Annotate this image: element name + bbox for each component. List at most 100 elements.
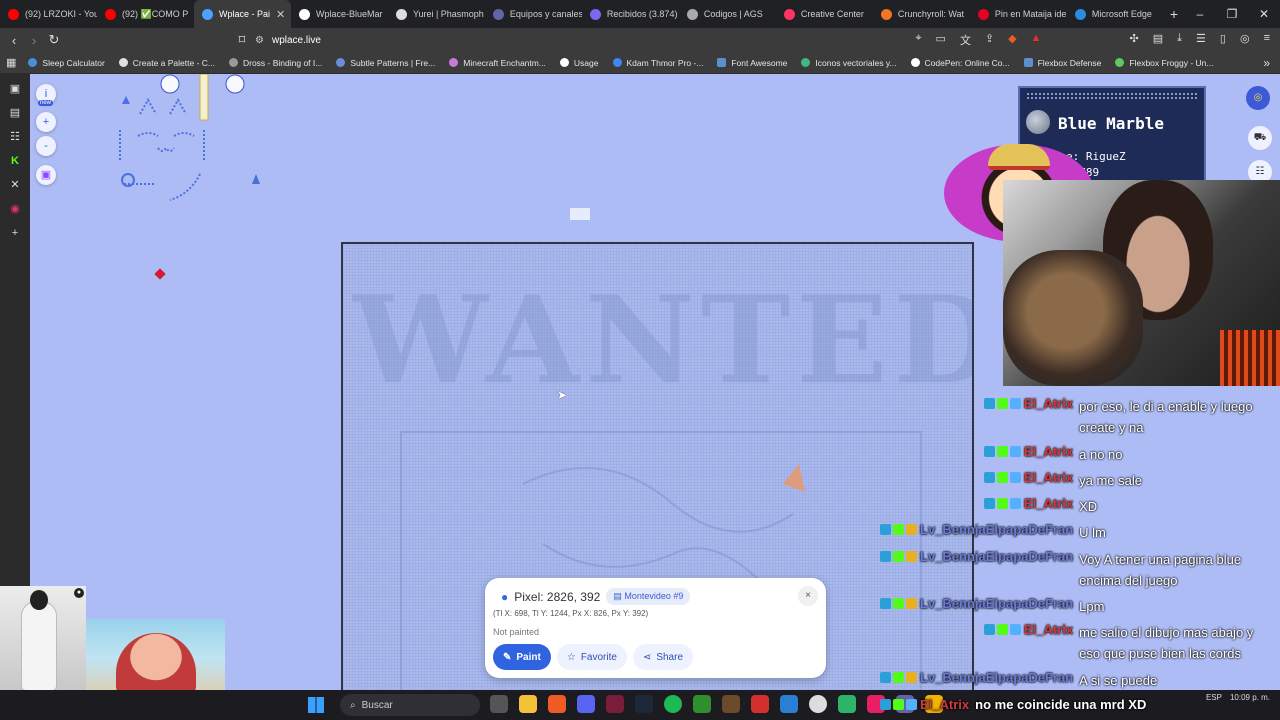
tab-7[interactable]: Codigos | AGS [679,0,776,28]
windows-start-icon[interactable] [308,697,324,713]
favorite-button[interactable]: ☆ Favorite [556,644,627,670]
taskbar-search[interactable]: ⌕ Buscar [340,694,480,716]
bookmark-item[interactable]: Usage [554,58,605,68]
rewards-icon[interactable]: ▲ [1031,32,1042,48]
bookmark-item[interactable]: Create a Palette - C... [113,58,221,68]
add-sidebar-icon[interactable]: + [8,226,22,240]
sidebar-icon[interactable]: ▯ [1220,32,1226,48]
steam-icon[interactable] [635,695,653,713]
minecraft-icon[interactable] [722,695,740,713]
minimize-icon[interactable]: – [1184,7,1216,21]
tab-10[interactable]: Pin en Mataija ide [970,0,1067,28]
pip-close-icon[interactable]: ● [74,588,84,598]
sidebar-bookmarks-icon[interactable]: ☷ [8,130,22,144]
kick-icon[interactable]: K [8,154,22,168]
bookmark-item[interactable]: Flexbox Defense [1018,58,1108,68]
discord-icon[interactable] [577,695,595,713]
tab-6[interactable]: Recibidos (3.874) [582,0,679,28]
back-icon[interactable]: ‹ [4,33,24,48]
user-avatar-button[interactable]: ◎ [1246,86,1270,110]
pip-video-anime[interactable] [86,619,225,693]
youtube-icon [8,8,19,20]
brush-icon: ✎ [503,651,512,663]
tab-5[interactable]: Equipos y canales [485,0,582,28]
twitch-button[interactable]: ▣ [36,165,56,185]
maximize-icon[interactable]: ❐ [1216,7,1248,21]
bookmark-item[interactable]: Iconos vectoriales y... [795,58,902,68]
tab-9[interactable]: Crunchyroll: Wat [873,0,970,28]
bookmark-item[interactable]: Sleep Calculator [22,58,110,68]
forward-icon[interactable]: › [24,33,44,48]
vpn-icon[interactable]: ◎ [1240,32,1250,48]
google-fonts-icon [612,58,622,67]
brave-shield-icon[interactable]: ◆ [1008,32,1016,48]
translate-icon[interactable]: 文 [960,32,971,48]
reload-icon[interactable]: ↻ [44,32,64,48]
cast-icon[interactable]: ▭ [936,32,946,48]
paint-button[interactable]: ✎ Paint [493,644,551,670]
share-icon: ⋖ [642,651,652,663]
bookmark-item[interactable]: Subtle Patterns | Fre... [330,58,441,68]
anime-character [116,633,196,693]
close-card-button[interactable]: × [798,586,818,606]
brave-icon[interactable] [548,695,566,713]
more-bookmarks-icon[interactable]: » [1263,56,1270,70]
taskbar-apps [490,695,943,713]
headset-icon[interactable] [838,695,856,713]
new-tab-button[interactable]: + [1164,6,1184,22]
zoom-out-button[interactable]: - [36,136,56,156]
url-text: wplace.live [271,34,321,46]
wallet-icon[interactable]: ▤ [1153,32,1163,48]
chat-badges [984,470,1021,491]
tab-4[interactable]: Yurei | Phasmoph [388,0,485,28]
url-field[interactable]: ⚙ wplace.live [255,30,975,50]
bookmark-item[interactable]: Dross - Binding of I... [223,58,328,68]
bookmark-item[interactable]: Flexbox Froggy - Un... [1109,58,1219,68]
location-icon[interactable]: ⌖ [915,32,921,48]
spotify-icon[interactable] [664,695,682,713]
instagram-icon[interactable]: ◉ [8,202,22,216]
x-icon[interactable]: ✕ [8,178,22,192]
drag-handle[interactable] [1026,92,1198,100]
tab-11[interactable]: Microsoft Edge [1067,0,1164,28]
tab-8[interactable]: Creative Center [776,0,873,28]
app-icon[interactable] [606,695,624,713]
chrome-icon[interactable] [809,695,827,713]
tab-1[interactable]: (92) ✅COMO P [97,0,194,28]
history-icon[interactable]: ☰ [1196,32,1206,48]
store-button[interactable]: ⛟ [1248,126,1272,150]
task-view-icon[interactable] [490,695,508,713]
share-button[interactable]: ⋖ Share [632,644,694,670]
bookmark-item[interactable]: CodePen: Online Co... [905,58,1016,68]
extensions-icon[interactable]: ✣ [1130,32,1139,48]
bookmarks-bar: ▦ Sleep Calculator Create a Palette - C.… [0,52,1280,74]
xbox-icon[interactable] [693,695,711,713]
zoom-in-button[interactable]: + [36,112,56,132]
vscode-icon[interactable] [780,695,798,713]
close-window-icon[interactable]: ✕ [1248,7,1280,21]
clock[interactable]: 10:09 p. m. [1230,693,1270,702]
tab-3[interactable]: Wplace-BlueMar [291,0,388,28]
sidebar-reading-icon[interactable]: ▤ [8,106,22,120]
paint-status: Not painted [493,627,540,637]
bookmark-item[interactable]: Font Awesome [711,58,793,68]
bookmark-item[interactable]: Minecraft Enchantm... [443,58,552,68]
region-chip[interactable]: ▤ Montevideo #9 [606,588,691,605]
sidebar-feed-icon[interactable]: ▣ [8,82,22,96]
close-tab-icon[interactable]: ✕ [276,8,285,21]
site-info-icon[interactable]: ⚙ [255,35,264,46]
menu-icon[interactable]: ≡ [1264,32,1270,48]
tab-active-wplace[interactable]: Wplace - Pai ✕ [193,0,291,28]
share-icon[interactable]: ⇪ [985,32,994,48]
apps-icon[interactable]: ▦ [6,56,16,69]
person-figure [22,602,56,690]
ollama-icon[interactable] [751,695,769,713]
bookmark-item[interactable]: Kdam Thmor Pro -... [607,58,710,68]
downloads-icon[interactable]: ⤓ [1177,32,1182,48]
tab-0[interactable]: (92) LRZOKI - You [0,0,97,28]
bookmark-icon[interactable]: ⌑ [232,32,252,48]
file-explorer-icon[interactable] [519,695,537,713]
language-indicator[interactable]: ESP [1206,693,1222,702]
pip-video-person[interactable]: ● [0,586,86,690]
heater [1220,330,1280,386]
